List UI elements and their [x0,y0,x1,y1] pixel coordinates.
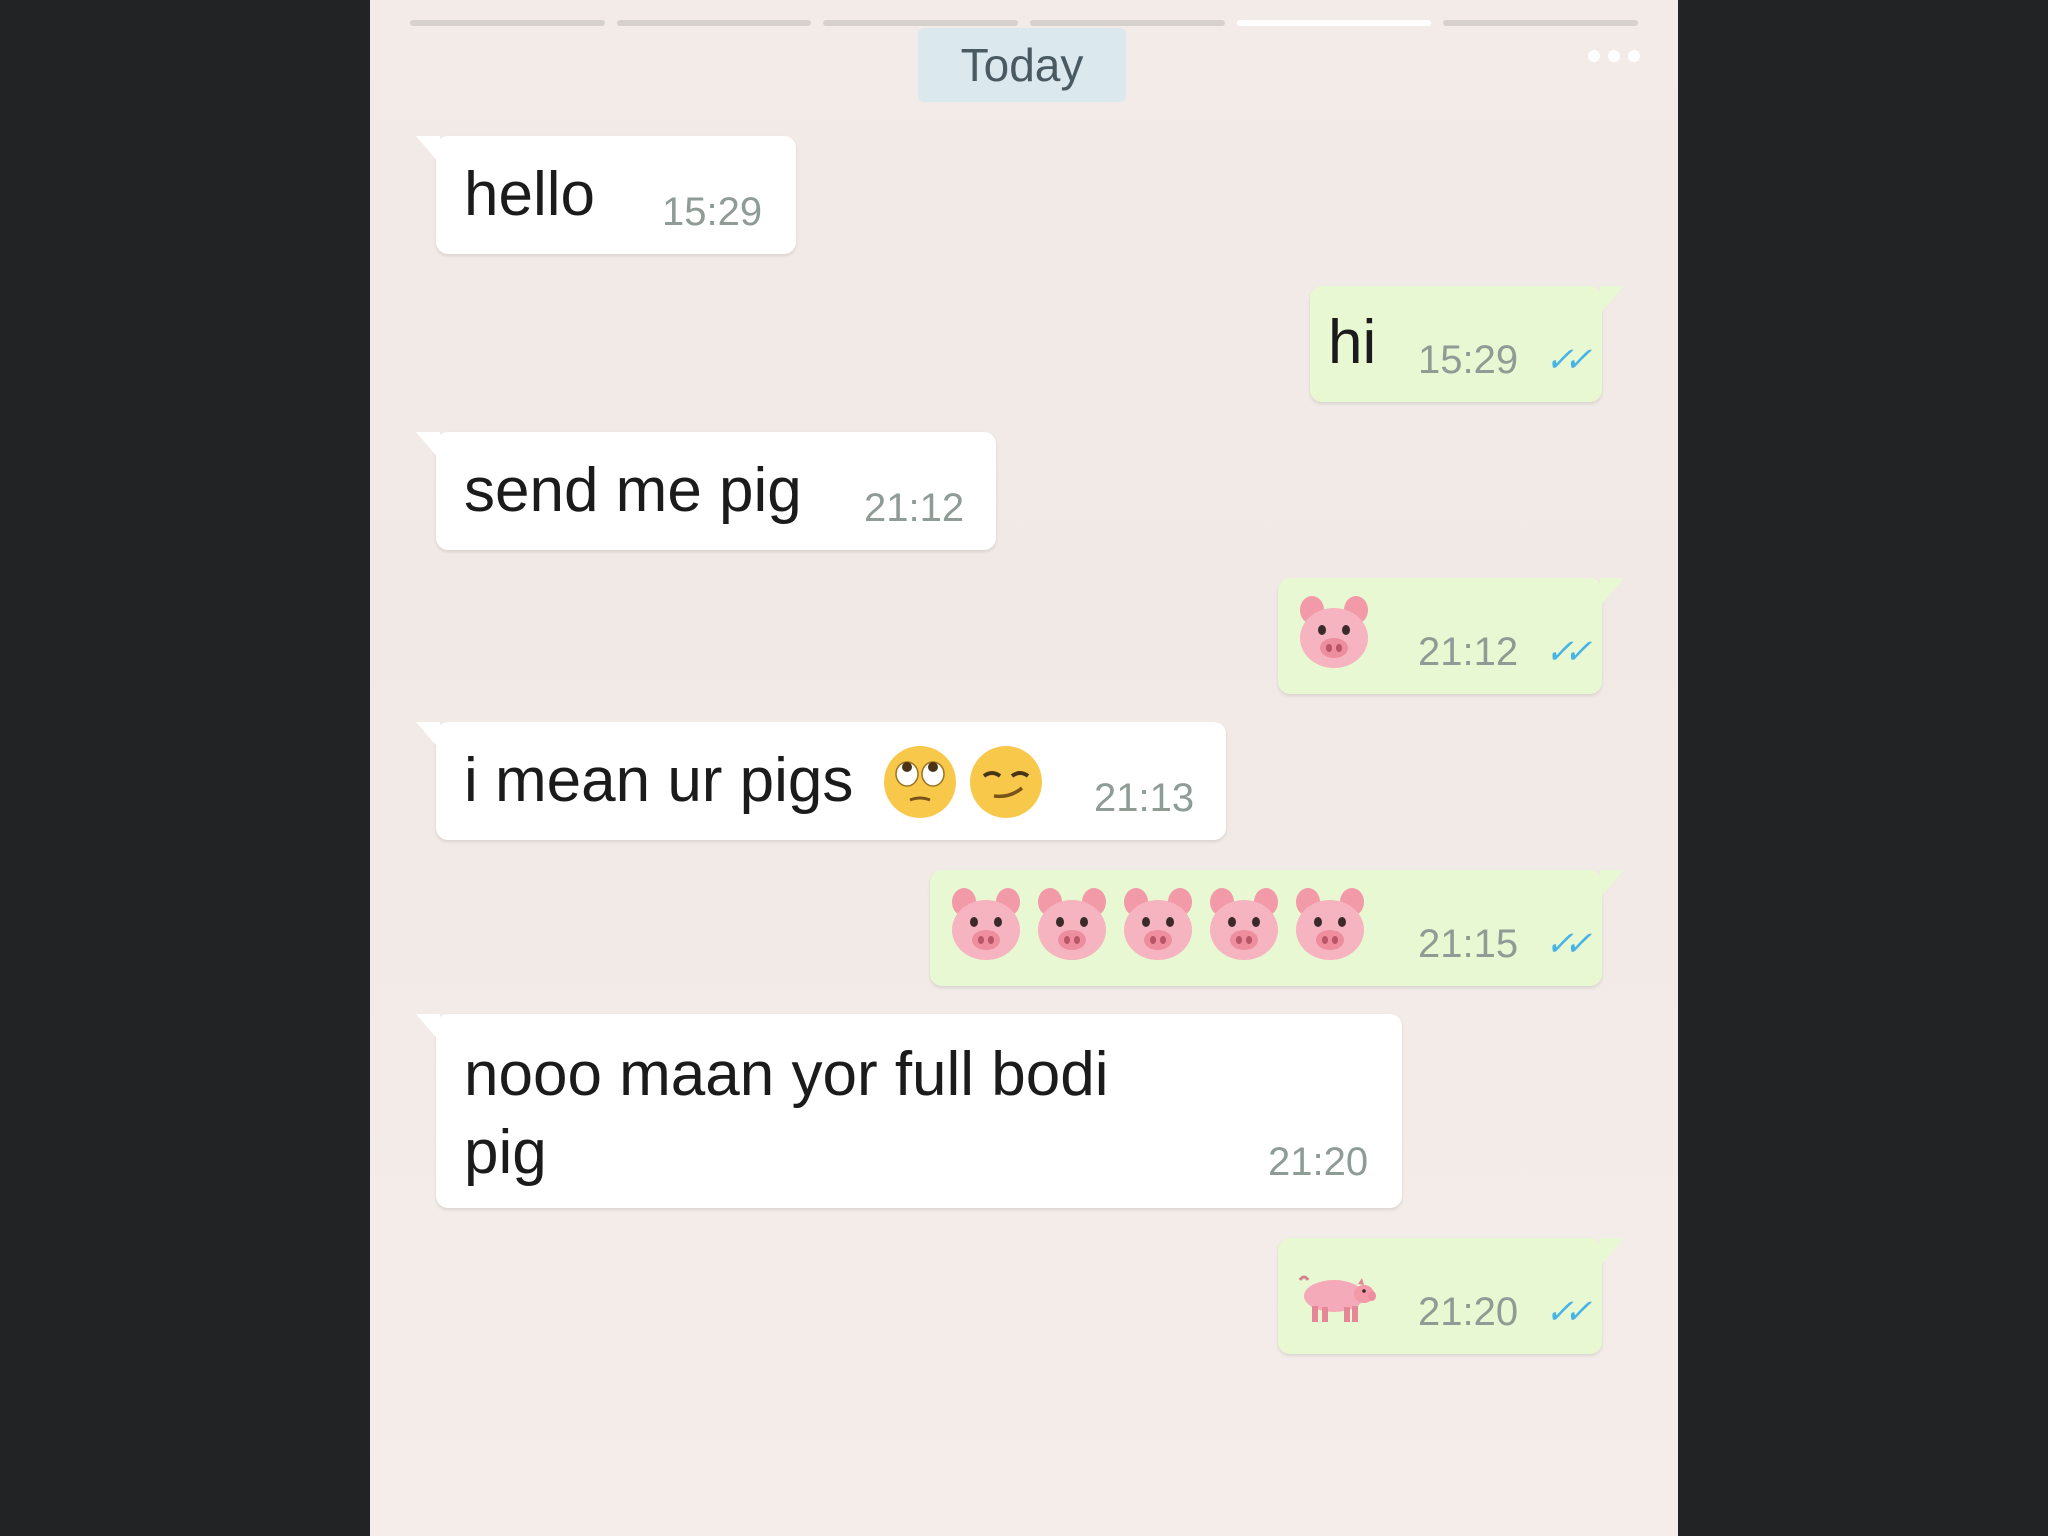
progress-segment [616,20,812,26]
emoji-row [1296,596,1372,670]
double-check-icon: ✓✓ [1542,925,1591,963]
double-check-icon: ✓✓ [1542,633,1591,671]
message-time: 21:13 [1094,776,1195,820]
incoming-message[interactable]: i mean ur pigs 21:13 [416,722,1226,840]
message-text: i mean ur pigs [464,746,854,815]
pig-face-emoji [948,888,1024,962]
message-time: 21:12 [1418,630,1519,674]
pig-face-emoji [1120,888,1196,962]
story-progress-bar [410,20,1639,28]
double-check-icon: ✓✓ [1542,341,1591,379]
message-time: 21:20 [1268,1140,1369,1184]
outgoing-message[interactable]: 21:15 ✓✓ [930,870,1624,986]
progress-segment [1030,20,1225,26]
pig-face-emoji [1034,888,1110,962]
date-divider: Today [918,28,1126,102]
incoming-message[interactable]: send me pig 21:12 [416,432,996,550]
progress-segment-active [1236,20,1432,26]
pig-face-emoji [1296,596,1372,670]
message-time: 21:20 [1418,1290,1519,1334]
double-check-icon: ✓✓ [1542,1293,1591,1331]
incoming-message[interactable]: nooo maan yor full bodi pig 21:20 [416,1014,1402,1208]
progress-segment [1443,20,1639,26]
message-time: 15:29 [1418,338,1519,382]
progress-segment [410,20,605,26]
outgoing-message[interactable]: hi 15:29 ✓✓ [1310,286,1624,402]
message-text: hello [464,160,595,229]
pig-emoji [1294,1270,1378,1328]
more-options-icon[interactable] [1588,50,1640,62]
emoji-row [948,888,1368,962]
progress-segment [823,20,1019,26]
chat-screen: Today hello 15:29 hi 15:29 ✓✓ send me pi… [370,0,1678,1536]
face-with-rolling-eyes-emoji [880,742,960,822]
message-text: nooo maan yor full bodi pig [464,1040,1109,1187]
message-time: 21:12 [864,486,965,530]
emoji-row [880,742,1046,822]
pig-face-emoji [1206,888,1282,962]
message-text: send me pig [464,456,802,525]
incoming-message[interactable]: hello 15:29 [416,136,796,254]
message-time: 21:15 [1418,922,1519,966]
outgoing-message[interactable]: 21:12 ✓✓ [1278,578,1624,694]
smirking-face-emoji [966,742,1046,822]
message-text: hi [1328,308,1377,377]
message-time: 15:29 [662,190,763,234]
pig-face-emoji [1292,888,1368,962]
outgoing-message[interactable]: 21:20 ✓✓ [1278,1238,1624,1354]
